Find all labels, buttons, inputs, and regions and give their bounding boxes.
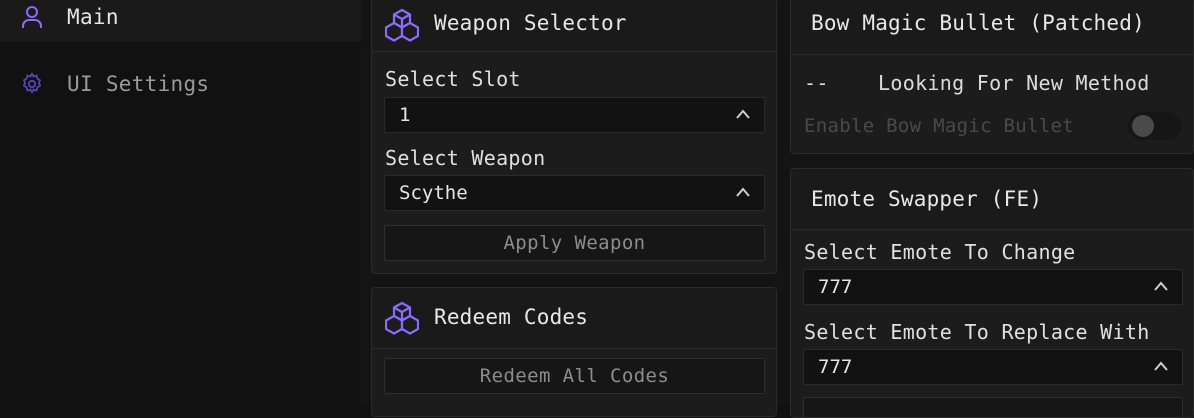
sidebar-item-main[interactable]: Main: [0, 0, 361, 42]
select-emote-change-label: Select Emote To Change: [804, 240, 1076, 264]
select-weapon-label: Select Weapon: [385, 146, 546, 170]
bow-magic-toggle[interactable]: [1128, 112, 1182, 140]
card-header: Weapon Selector: [372, 0, 776, 52]
emote-replace-value: 777: [818, 356, 853, 378]
card-header: Emote Swapper (FE): [791, 169, 1193, 230]
weapon-dropdown[interactable]: Scythe: [384, 175, 765, 211]
emote-swapper-card: Emote Swapper (FE) Select Emote To Chang…: [790, 168, 1194, 418]
weapon-value: Scythe: [399, 182, 468, 204]
gear-icon: [20, 72, 44, 96]
card-title: Weapon Selector: [434, 11, 627, 35]
chevron-up-icon: [736, 187, 750, 197]
redeem-codes-card: Redeem Codes Redeem All Codes: [371, 287, 777, 417]
bow-magic-card: Bow Magic Bullet (Patched) -- Looking Fo…: [790, 0, 1194, 154]
emote-replace-dropdown[interactable]: 777: [803, 349, 1183, 385]
status-text: -- Looking For New Method: [804, 71, 1150, 95]
toggle-knob: [1132, 115, 1154, 137]
apply-weapon-button[interactable]: Apply Weapon: [384, 225, 765, 261]
sidebar-item-ui-settings[interactable]: UI Settings: [0, 59, 361, 109]
chevron-up-icon: [736, 109, 750, 119]
redeem-all-codes-button[interactable]: Redeem All Codes: [384, 358, 765, 394]
sidebar: Main UI Settings: [0, 0, 362, 404]
cube-cluster-icon: [385, 301, 419, 335]
slot-dropdown[interactable]: 1: [384, 97, 765, 133]
sidebar-item-label: UI Settings: [67, 72, 210, 96]
user-icon: [20, 5, 44, 29]
enable-bow-magic-label: Enable Bow Magic Bullet: [804, 115, 1074, 137]
emote-change-dropdown[interactable]: 777: [803, 269, 1183, 305]
card-title: Bow Magic Bullet (Patched): [811, 11, 1145, 35]
select-emote-replace-label: Select Emote To Replace With: [804, 320, 1150, 344]
cube-cluster-icon: [385, 8, 419, 42]
weapon-selector-card: Weapon Selector Select Slot 1 Select Wea…: [371, 0, 777, 274]
card-title: Emote Swapper (FE): [811, 187, 1043, 211]
card-header: Bow Magic Bullet (Patched): [791, 0, 1193, 55]
sidebar-item-label: Main: [67, 5, 119, 29]
emote-change-value: 777: [818, 276, 853, 298]
select-slot-label: Select Slot: [385, 67, 521, 91]
main-panel: Weapon Selector Select Slot 1 Select Wea…: [361, 0, 1194, 418]
chevron-up-icon: [1154, 361, 1168, 371]
chevron-up-icon: [1154, 281, 1168, 291]
slot-value: 1: [399, 104, 411, 126]
card-title: Redeem Codes: [434, 305, 589, 329]
emote-action-button[interactable]: [803, 397, 1183, 417]
card-header: Redeem Codes: [372, 288, 776, 349]
